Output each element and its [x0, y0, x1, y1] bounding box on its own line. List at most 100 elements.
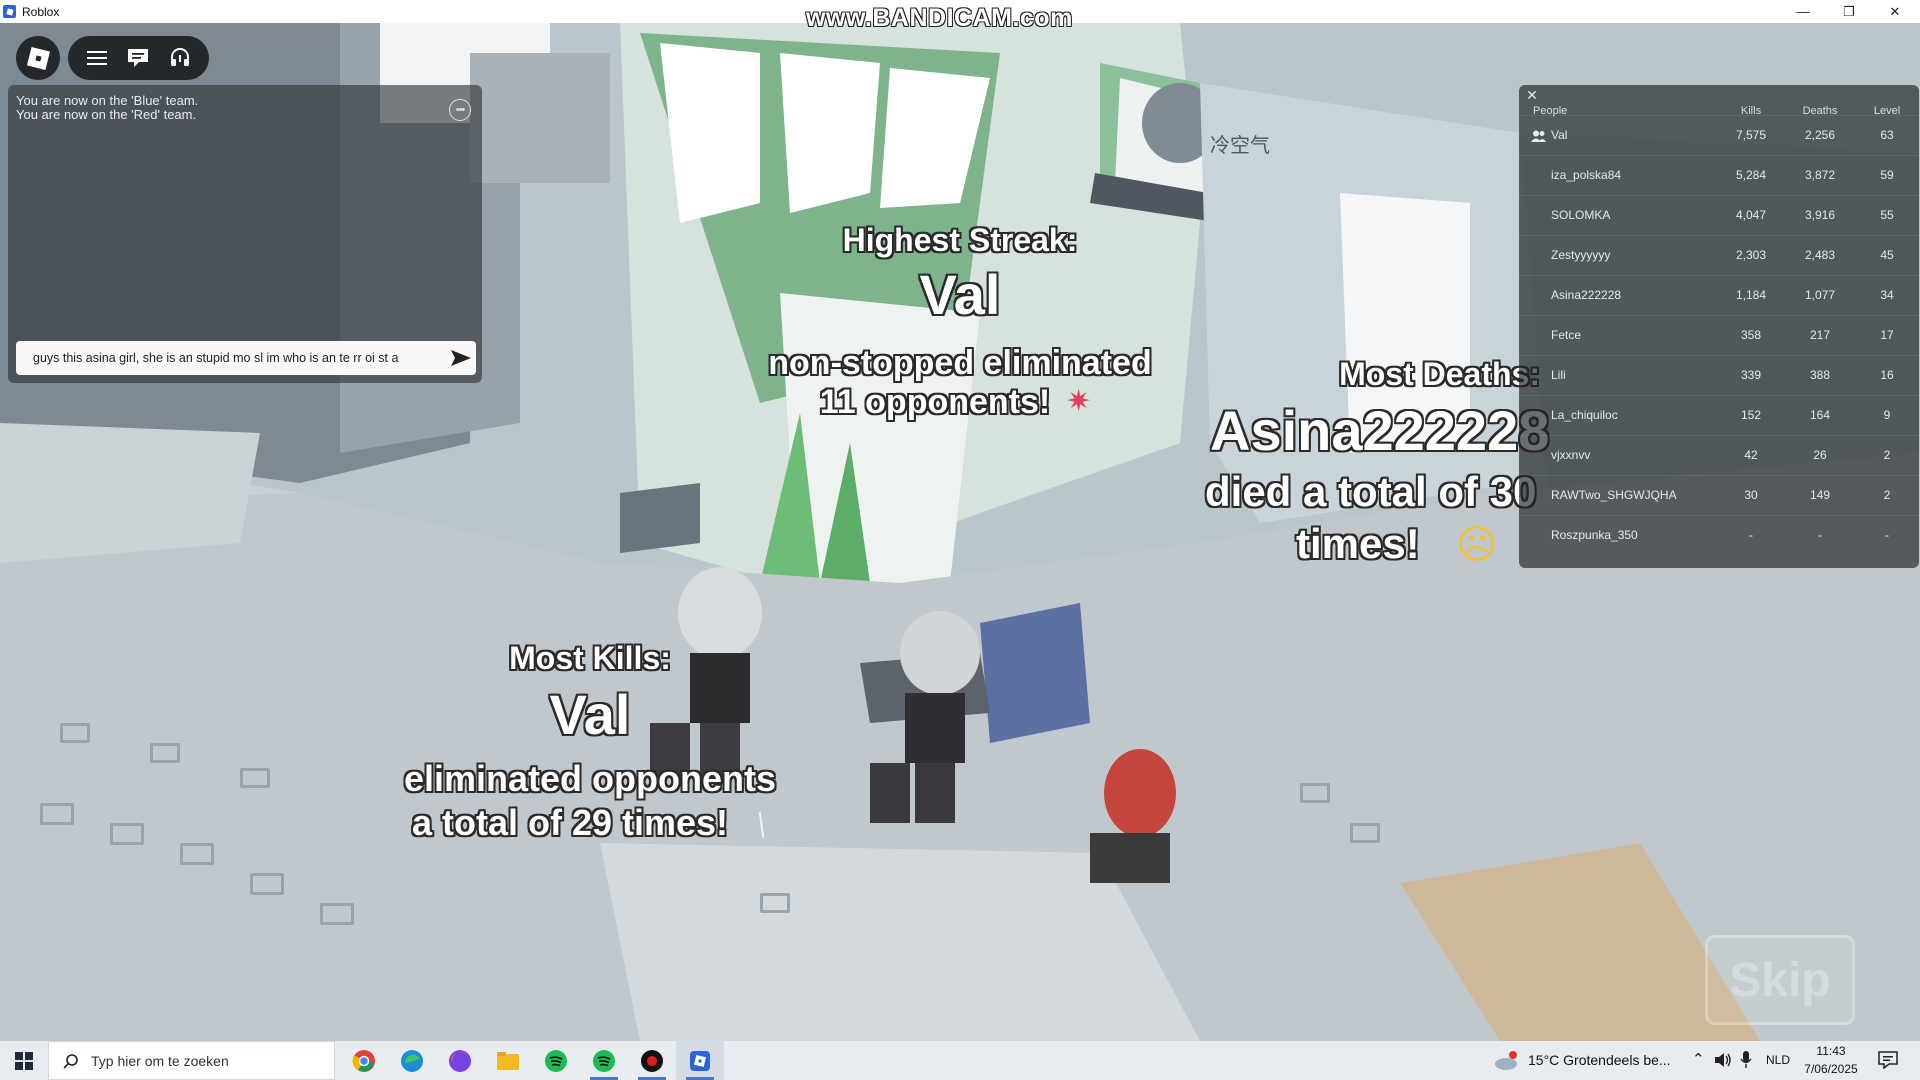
player-name: Lili [1551, 368, 1566, 382]
restore-icon: ❐ [1843, 3, 1855, 19]
deaths-award-line2: times! [1296, 520, 1420, 567]
firefox-icon [449, 1049, 471, 1072]
leaderboard-row[interactable]: SOLOMKA 4,047 3,916 55 [1519, 195, 1919, 235]
kills-award-name: Val [549, 683, 631, 746]
roblox-menu-button[interactable] [16, 36, 60, 80]
player-level: 55 [1880, 208, 1894, 222]
chat-options-button[interactable]: ••• [449, 99, 471, 121]
crying-emoji-icon: ☹ [1456, 523, 1498, 567]
floor-tile [110, 823, 144, 845]
player-deaths: 3,916 [1804, 208, 1836, 222]
send-button[interactable] [446, 341, 476, 375]
clock-time[interactable]: 11:43 [1796, 1044, 1866, 1058]
windows-taskbar: Typ hier om te zoeken 15°C Grotendeels b… [0, 1041, 1920, 1080]
player-name: RAWTwo_SHGWJQHA [1551, 488, 1677, 502]
leaderboard-row[interactable]: Lili 339 388 16 [1519, 355, 1919, 395]
player-name: Val [1551, 128, 1568, 142]
weather-text[interactable]: 15°C Grotendeels be... [1528, 1052, 1671, 1068]
chevron-up-icon[interactable]: ⌃ [1692, 1050, 1705, 1068]
spotify-icon [593, 1049, 615, 1072]
player-kills: 152 [1740, 408, 1762, 422]
player-name: vjxxnvv [1551, 448, 1591, 462]
chat-input[interactable] [16, 341, 446, 375]
leaderboard-row[interactable]: Fetce 358 217 17 [1519, 315, 1919, 355]
anger-emoji-icon: ✷ [1066, 385, 1092, 418]
taskbar-app-file-explorer[interactable] [484, 1041, 532, 1080]
microphone-icon[interactable] [1740, 1051, 1752, 1074]
leaderboard-row[interactable]: Asina222228 1,184 1,077 34 [1519, 275, 1919, 315]
taskbar-app-spotify-2[interactable] [580, 1041, 628, 1080]
send-icon [451, 350, 471, 366]
player-level: 45 [1880, 248, 1894, 262]
player-kills: 42 [1744, 448, 1758, 462]
player-level: 59 [1880, 168, 1894, 182]
search-icon [63, 1053, 78, 1069]
bandicam-watermark: www.BANDICAM.com [806, 4, 1073, 32]
leaderboard-row[interactable]: Val 7,575 2,256 63 [1519, 115, 1919, 155]
leaderboard-row[interactable]: Zestyyyyyy 2,303 2,483 45 [1519, 235, 1919, 275]
clock-date[interactable]: 7/06/2025 [1796, 1062, 1866, 1076]
file-explorer-icon [497, 1051, 519, 1070]
floor-tile [180, 843, 214, 865]
taskbar-app-spotify[interactable] [532, 1041, 580, 1080]
restore-button[interactable]: ❐ [1826, 0, 1872, 23]
volume-icon[interactable] [1714, 1052, 1732, 1073]
floor-tile [240, 768, 270, 788]
leaderboard-row[interactable]: La_chiquiloc 152 164 9 [1519, 395, 1919, 435]
kills-award-line2: a total of 29 times! [411, 802, 729, 843]
taskbar-app-roblox[interactable] [676, 1041, 724, 1080]
leaderboard-panel[interactable]: ✕ People Kills Deaths Level Val 7,575 2,25… [1519, 85, 1919, 568]
player-level: 16 [1880, 368, 1894, 382]
taskbar-app-firefox[interactable] [436, 1041, 484, 1080]
close-icon: ✕ [1526, 87, 1538, 103]
hamburger-icon[interactable] [82, 43, 112, 73]
streak-award-name: Val [919, 263, 1001, 326]
floor-tile [760, 893, 790, 913]
player-deaths: 2,256 [1804, 128, 1836, 142]
taskbar-app-edge[interactable] [388, 1041, 436, 1080]
close-window-button[interactable]: ✕ [1872, 0, 1918, 23]
leaderboard-row[interactable]: iza_polska84 5,284 3,872 59 [1519, 155, 1919, 195]
player-kills: 1,184 [1735, 288, 1767, 302]
taskbar-search[interactable]: Typ hier om te zoeken [48, 1041, 335, 1080]
start-button[interactable] [0, 1041, 48, 1080]
player-kills: 5,284 [1735, 168, 1767, 182]
floor-tile [40, 803, 74, 825]
window-title: Roblox [22, 4, 60, 19]
kills-award-line1: eliminated opponents [403, 758, 777, 799]
player-name: Fetce [1551, 328, 1582, 342]
player-kills: 339 [1740, 368, 1762, 382]
minimize-button[interactable]: — [1780, 0, 1826, 23]
leaderboard-row[interactable]: RAWTwo_SHGWJQHA 30 149 2 [1519, 475, 1919, 515]
player-kills: 358 [1740, 328, 1762, 342]
roblox-app-icon [3, 5, 16, 18]
chat-icon[interactable] [123, 43, 153, 73]
player-name: iza_polska84 [1551, 168, 1622, 182]
streak-award-line1: non-stopped eliminated [768, 344, 1152, 382]
floor-tile [250, 873, 284, 895]
bandicam-icon [641, 1049, 663, 1072]
leaderboard-row[interactable]: vjxxnvv 42 26 2 [1519, 435, 1919, 475]
language-indicator[interactable]: NLD [1766, 1053, 1790, 1067]
skip-button[interactable]: Skip [1705, 935, 1855, 1025]
system-message: You are now on the 'Red' team. [16, 107, 197, 122]
windows-logo-icon [15, 1051, 33, 1070]
player-level: 63 [1880, 128, 1894, 142]
leaderboard-close-button[interactable]: ✕ [1524, 87, 1540, 103]
scene-sign: 冷空气 [1210, 133, 1270, 157]
topbar-icon-group [68, 36, 209, 80]
taskbar-app-chrome[interactable] [340, 1041, 388, 1080]
leaderboard-row[interactable]: Roszpunka_350 - - - [1519, 515, 1919, 555]
taskbar-app-bandicam[interactable] [628, 1041, 676, 1080]
player-deaths: 3,872 [1804, 168, 1836, 182]
notification-icon[interactable] [1878, 1051, 1898, 1074]
floor-tile [1300, 783, 1330, 803]
headset-icon[interactable] [165, 43, 195, 73]
weather-icon[interactable] [1494, 1050, 1520, 1072]
player-deaths: 164 [1809, 408, 1831, 422]
system-message: You are now on the 'Blue' team. [16, 93, 199, 108]
chat-input-box [16, 341, 476, 375]
chat-window[interactable]: You are now on the 'Blue' team. You are … [8, 85, 482, 383]
player-deaths: 1,077 [1804, 288, 1836, 302]
player-name: Asina222228 [1551, 288, 1622, 302]
